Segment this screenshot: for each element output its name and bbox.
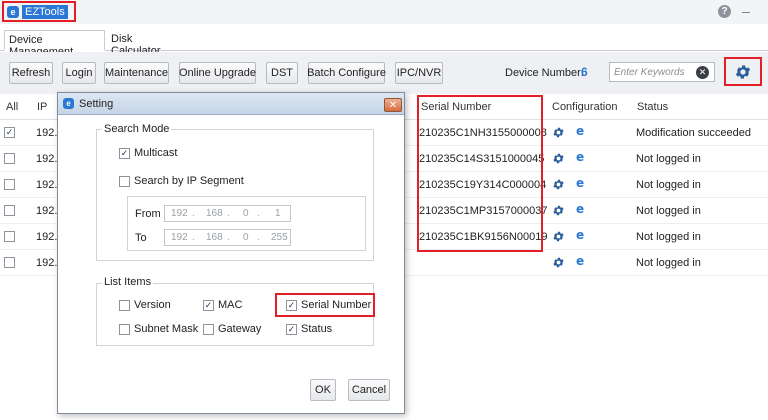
to-ip-input[interactable]: 192 . 168 . 0 . 255: [164, 229, 291, 246]
ip-segment-checkbox[interactable]: [119, 176, 130, 187]
row-checkbox[interactable]: [4, 231, 15, 242]
ok-button[interactable]: OK: [310, 379, 336, 401]
serial-number-highlight: [417, 95, 543, 252]
main-tabs: Device Management Disk Calculator: [0, 30, 768, 58]
ie-browser-icon[interactable]: e: [576, 254, 584, 268]
ipc-nvr-button[interactable]: IPC/NVR: [395, 62, 443, 84]
app-title: e EZTools: [2, 1, 76, 22]
multicast-checkbox[interactable]: ✓: [119, 148, 130, 159]
header-status[interactable]: Status: [637, 101, 668, 113]
row-status: Not logged in: [636, 179, 701, 191]
settings-button[interactable]: [724, 57, 762, 86]
row-status: Not logged in: [636, 257, 701, 269]
device-number-value: 6: [581, 65, 588, 79]
gear-icon[interactable]: [552, 126, 565, 139]
gateway-label: Gateway: [218, 323, 262, 335]
refresh-button[interactable]: Refresh: [9, 62, 53, 84]
header-configuration[interactable]: Configuration: [552, 101, 617, 113]
title-bar: e EZTools ? –: [0, 0, 768, 24]
version-label: Version: [134, 299, 171, 311]
ie-browser-icon[interactable]: e: [576, 150, 584, 164]
row-checkbox[interactable]: [4, 153, 15, 164]
gear-icon[interactable]: [552, 152, 565, 165]
ie-browser-icon[interactable]: e: [576, 202, 584, 216]
app-title-text: EZTools: [22, 4, 68, 19]
dialog-title-bar: e Setting ✕: [58, 93, 404, 115]
ie-browser-icon[interactable]: e: [576, 176, 584, 190]
gear-icon[interactable]: [552, 178, 565, 191]
status-checkbox[interactable]: ✓: [286, 324, 297, 335]
row-status: Not logged in: [636, 231, 701, 243]
dst-button[interactable]: DST: [266, 62, 298, 84]
gear-icon: [735, 64, 751, 79]
row-status: Modification succeeded: [636, 127, 751, 139]
dialog-title: Setting: [79, 98, 114, 110]
ip-segment-label: Search by IP Segment: [134, 175, 244, 187]
version-checkbox[interactable]: [119, 300, 130, 311]
gear-icon[interactable]: [552, 230, 565, 243]
row-checkbox[interactable]: [4, 257, 15, 268]
batch-configure-button[interactable]: Batch Configure: [307, 62, 386, 84]
header-all[interactable]: All: [6, 101, 18, 113]
dialog-close-button[interactable]: ✕: [384, 98, 402, 112]
setting-dialog: e Setting ✕ Search Mode ✓ Multicast Sear…: [57, 92, 405, 414]
ie-browser-icon[interactable]: e: [576, 228, 584, 242]
subnet-mask-checkbox[interactable]: [119, 324, 130, 335]
from-label: From: [135, 208, 161, 220]
status-option-label: Status: [301, 323, 333, 335]
subnet-mask-label: Subnet Mask: [134, 323, 199, 335]
online-upgrade-button[interactable]: Online Upgrade: [179, 62, 256, 84]
gear-icon[interactable]: [552, 204, 565, 217]
ie-browser-icon[interactable]: e: [576, 124, 584, 138]
tab-device-management[interactable]: Device Management: [4, 30, 105, 58]
gateway-checkbox[interactable]: [203, 324, 214, 335]
row-status: Not logged in: [636, 153, 701, 165]
gear-icon[interactable]: [552, 256, 565, 269]
from-ip-input[interactable]: 192 . 168 . 0 . 1: [164, 205, 291, 222]
row-checkbox[interactable]: [4, 179, 15, 190]
dialog-logo-icon: e: [63, 98, 74, 109]
row-status: Not logged in: [636, 205, 701, 217]
maintenance-button[interactable]: Maintenance: [104, 62, 169, 84]
device-number-label: Device Number:: [505, 67, 584, 79]
row-checkbox[interactable]: [4, 205, 15, 216]
list-items-title: List Items: [102, 276, 154, 288]
mac-label: MAC: [218, 299, 243, 311]
search-box: ✕: [609, 62, 715, 82]
search-mode-title: Search Mode: [102, 123, 172, 135]
mac-checkbox[interactable]: ✓: [203, 300, 214, 311]
app-logo-icon: e: [7, 5, 19, 18]
header-ip[interactable]: IP: [37, 101, 47, 113]
login-button[interactable]: Login: [62, 62, 96, 84]
cancel-button[interactable]: Cancel: [348, 379, 390, 401]
serial-number-option-highlight: [275, 293, 375, 317]
multicast-label: Multicast: [134, 147, 178, 159]
search-input[interactable]: [612, 64, 692, 80]
to-label: To: [135, 232, 147, 244]
row-checkbox[interactable]: ✓: [4, 127, 15, 138]
tab-disk-calculator[interactable]: Disk Calculator: [107, 30, 187, 57]
help-icon[interactable]: ?: [718, 5, 731, 18]
minimize-icon[interactable]: –: [742, 4, 756, 18]
clear-search-icon[interactable]: ✕: [696, 66, 709, 79]
